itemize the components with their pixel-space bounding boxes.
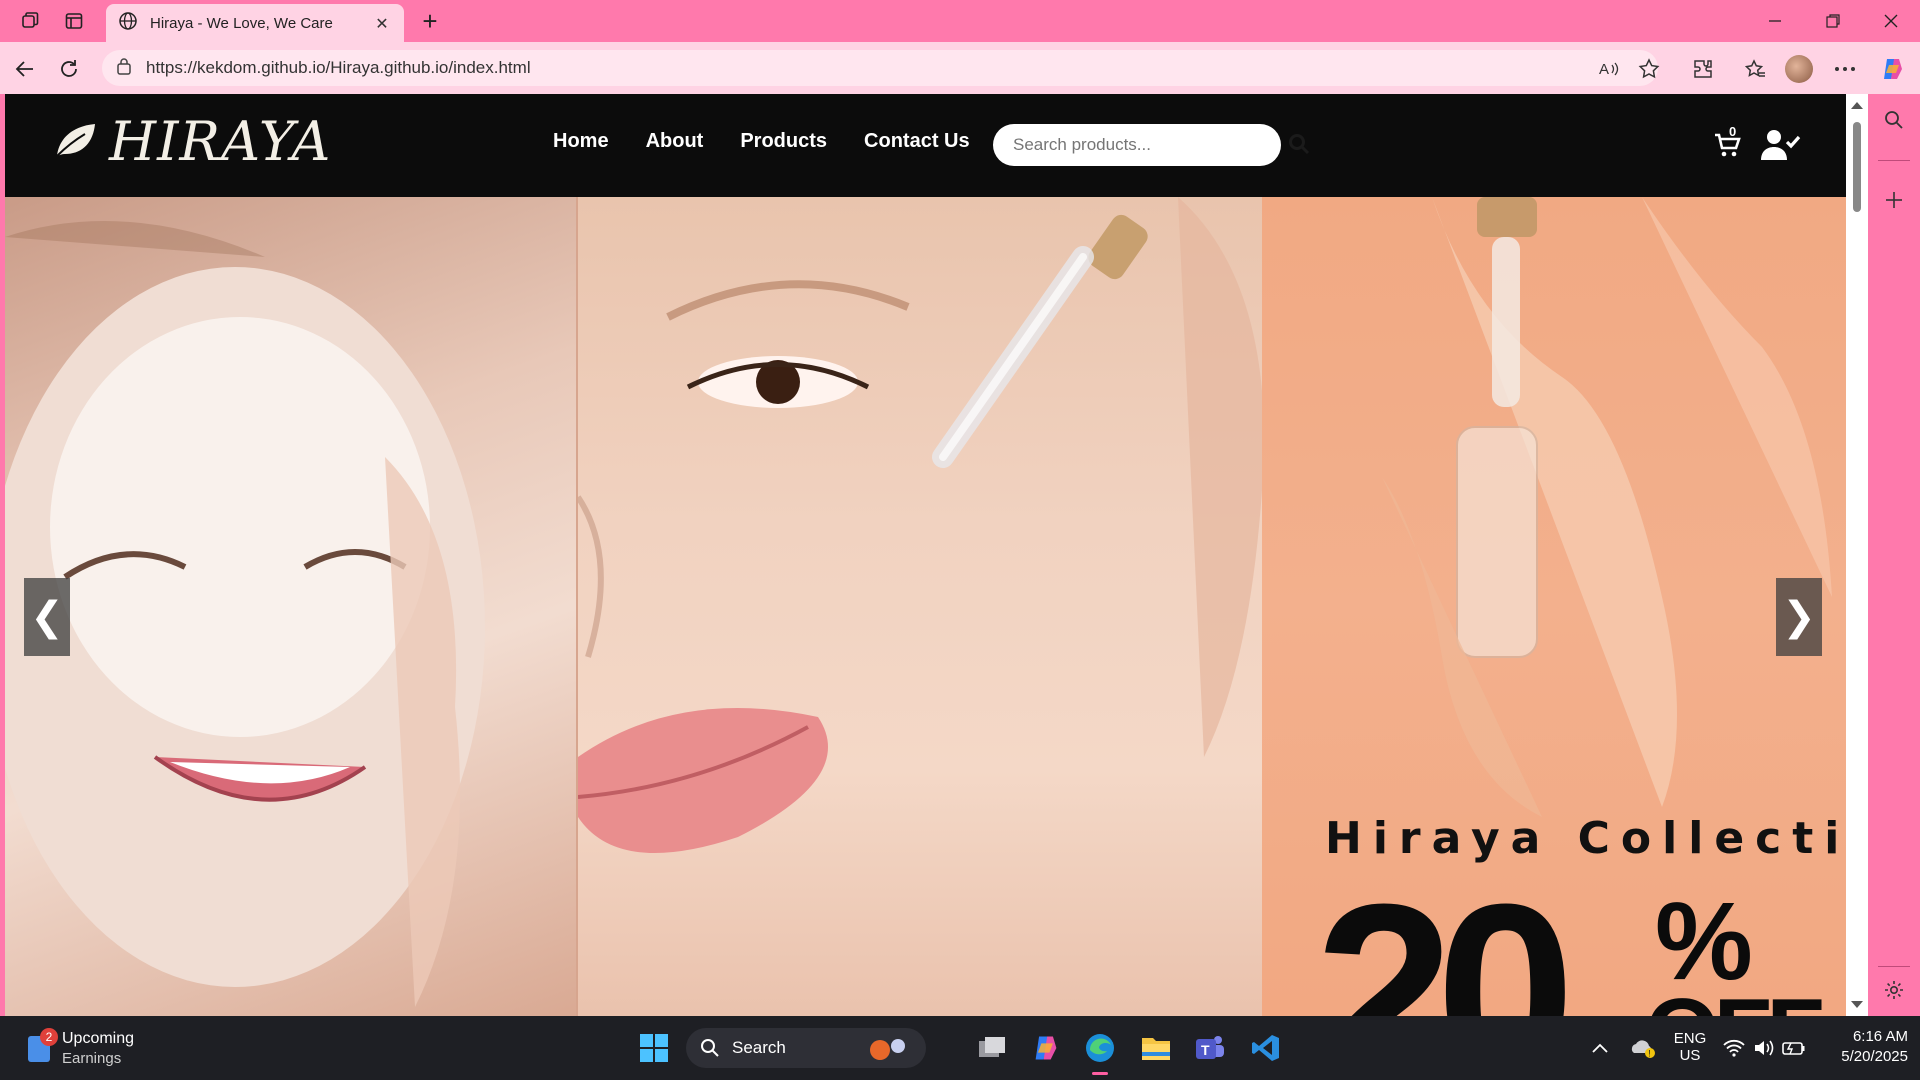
site-header: HIRAYA Home About Products Contact Us 0: [5, 94, 1846, 197]
nav-products[interactable]: Products: [740, 130, 827, 153]
vertical-tabs-icon[interactable]: [58, 6, 90, 36]
hero-carousel: ❮ ❯ Hiraya Collecti 20 % OFF: [5, 197, 1846, 1016]
scroll-thumb[interactable]: [1853, 122, 1861, 212]
sidebar-add-icon[interactable]: [1878, 184, 1910, 216]
copilot-taskbar-icon[interactable]: [1026, 1028, 1066, 1068]
restore-icon[interactable]: [1810, 4, 1856, 38]
site-info-icon[interactable]: [116, 57, 132, 79]
globe-icon: [118, 11, 138, 35]
scroll-down-arrow-icon[interactable]: [1846, 998, 1868, 1012]
widget-badge: 2: [40, 1028, 58, 1046]
extensions-icon[interactable]: [1686, 52, 1720, 86]
file-explorer-icon[interactable]: [1136, 1028, 1176, 1068]
main-nav: Home About Products Contact Us: [553, 130, 1007, 153]
more-options-icon[interactable]: [1828, 52, 1862, 86]
battery-icon[interactable]: [1774, 1028, 1814, 1068]
nav-about[interactable]: About: [646, 130, 704, 153]
browser-toolbar: https://kekdom.github.io/Hiraya.github.i…: [0, 42, 1920, 94]
promo-off-text: OFF: [1645, 985, 1825, 1017]
svg-text:A: A: [1599, 61, 1609, 78]
sidebar-search-icon[interactable]: [1878, 104, 1910, 136]
site-logo[interactable]: HIRAYA: [53, 110, 331, 173]
address-bar[interactable]: https://kekdom.github.io/Hiraya.github.i…: [102, 50, 1658, 86]
profile-avatar[interactable]: [1782, 52, 1816, 86]
show-hidden-icons-chevron-icon[interactable]: [1580, 1028, 1620, 1068]
page-viewport: HIRAYA Home About Products Contact Us 0: [5, 94, 1868, 1016]
scroll-up-arrow-icon[interactable]: [1846, 98, 1868, 112]
language-code: ENG: [1673, 1030, 1707, 1047]
windows-taskbar: 2 Upcoming Earnings Search T ! ENG US 6:…: [0, 1016, 1920, 1080]
refresh-icon[interactable]: [52, 52, 86, 86]
clock-date: 5/20/2025: [1841, 1048, 1908, 1065]
taskbar-search-icon: [701, 1039, 719, 1057]
close-window-icon[interactable]: [1868, 4, 1914, 38]
teams-icon[interactable]: T: [1190, 1028, 1230, 1068]
minimize-icon[interactable]: [1752, 4, 1798, 38]
product-search-input[interactable]: [993, 124, 1281, 166]
tab-title: Hiraya - We Love, We Care: [150, 14, 333, 32]
carousel-next-button[interactable]: ❯: [1776, 578, 1822, 656]
edge-browser-icon[interactable]: [1080, 1028, 1120, 1075]
read-aloud-icon[interactable]: A: [1592, 52, 1626, 86]
logo-text: HIRAYA: [109, 110, 332, 173]
active-app-indicator: [1092, 1072, 1108, 1075]
system-clock[interactable]: 6:16 AM 5/20/2025: [1818, 1028, 1908, 1065]
widget-title: Upcoming: [62, 1030, 135, 1047]
favorite-star-icon[interactable]: [1632, 52, 1666, 86]
browser-sidebar: [1868, 94, 1920, 1016]
taskbar-search[interactable]: Search: [686, 1028, 926, 1068]
workspaces-icon[interactable]: [14, 6, 46, 36]
nav-contact-us[interactable]: Contact Us: [864, 130, 970, 153]
promo-discount-number: 20: [1315, 852, 1575, 1017]
browser-titlebar: Hiraya - We Love, We Care ✕ +: [0, 0, 1920, 42]
hero-image-serum-face: [576, 197, 1264, 1016]
page-scrollbar[interactable]: [1846, 94, 1868, 1016]
copilot-icon[interactable]: [1876, 52, 1910, 86]
cart-icon[interactable]: [1713, 130, 1743, 160]
nav-home[interactable]: Home: [553, 130, 609, 153]
onedrive-icon[interactable]: !: [1622, 1028, 1662, 1068]
task-view-icon[interactable]: [972, 1028, 1012, 1068]
svg-text:T: T: [1201, 1042, 1210, 1058]
browser-tab-active[interactable]: Hiraya - We Love, We Care ✕: [106, 4, 404, 42]
leaf-icon: [53, 120, 97, 164]
vscode-icon[interactable]: [1246, 1028, 1286, 1068]
taskbar-search-label: Search: [732, 1038, 786, 1057]
favorites-icon[interactable]: [1738, 52, 1772, 86]
search-highlight-icon: [864, 1036, 912, 1066]
back-icon[interactable]: [8, 52, 42, 86]
url-text: https://kekdom.github.io/Hiraya.github.i…: [146, 58, 531, 77]
region-code: US: [1679, 1047, 1701, 1064]
windows-start-icon[interactable]: [634, 1028, 674, 1068]
new-tab-button[interactable]: +: [414, 6, 446, 36]
svg-text:!: !: [1648, 1049, 1651, 1059]
sidebar-divider: [1878, 966, 1910, 967]
search-icon[interactable]: [1287, 132, 1311, 156]
carousel-prev-button[interactable]: ❮: [24, 578, 70, 656]
clock-time: 6:16 AM: [1852, 1028, 1908, 1045]
user-account-icon[interactable]: [1761, 128, 1801, 162]
language-indicator[interactable]: ENG US: [1672, 1030, 1708, 1064]
weather-widget[interactable]: 2 Upcoming Earnings: [24, 1028, 184, 1070]
sidebar-settings-icon[interactable]: [1878, 974, 1910, 1006]
tab-close-icon[interactable]: ✕: [372, 14, 392, 33]
hero-image-face-wash: [5, 197, 576, 1016]
widget-subtitle: Earnings: [62, 1050, 122, 1067]
sidebar-divider: [1878, 160, 1910, 161]
cart-count-badge: 0: [1729, 124, 1737, 139]
